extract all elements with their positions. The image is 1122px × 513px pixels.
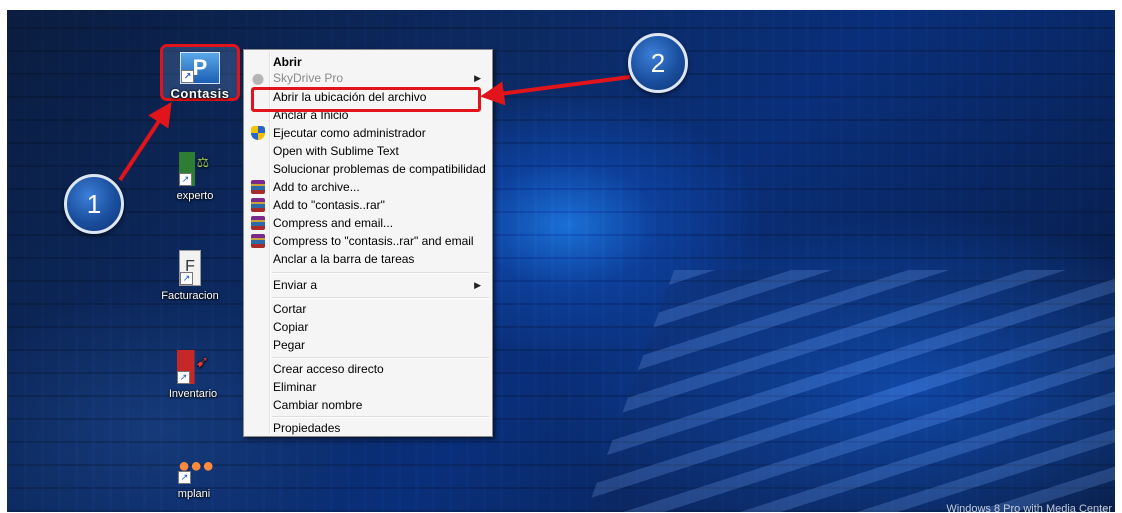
annotation-badge-1: 1 [64, 174, 124, 234]
arrow-2 [480, 75, 631, 106]
windows-watermark: Windows 8 Pro with Media Center [946, 503, 1112, 513]
annotation-badge-2: 2 [628, 33, 688, 93]
arrow-1 [118, 101, 172, 182]
annotation-arrows [118, 75, 631, 182]
